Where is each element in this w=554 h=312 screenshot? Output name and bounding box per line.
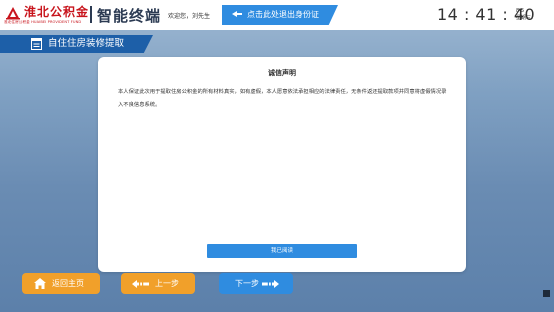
date-display: 8-5 星期三: [516, 8, 546, 22]
arrow-right-icon: [262, 280, 279, 288]
system-title: 智能终端: [97, 7, 162, 25]
have-read-button[interactable]: 我已阅读: [207, 244, 357, 258]
page-title-tab: 自住住房装修提取: [0, 35, 153, 53]
home-label: 返回主页: [52, 279, 84, 288]
home-icon: [34, 278, 46, 289]
logo-subtitle: 淮北住房公积金 HUAIBEI PROVIDENT FUND: [4, 20, 82, 24]
welcome-text: 欢迎您，刘先生: [168, 13, 211, 20]
provident-fund-logo-icon: [6, 7, 20, 20]
corner-indicator: [543, 290, 550, 297]
exit-id-card-button[interactable]: 点击此处退出身份证: [222, 5, 338, 25]
home-button[interactable]: 返回主页: [22, 273, 100, 294]
date-text: 8-5: [516, 8, 525, 14]
logo-text: 淮北公积金: [24, 5, 90, 19]
previous-step-button[interactable]: 上一步: [121, 273, 195, 294]
next-step-button[interactable]: 下一步: [219, 273, 293, 294]
dialog-body-text: 本人保证此次用于提取住房公积金的所有材料真实，如有虚假，本人愿意依法承担相应的法…: [118, 89, 447, 108]
next-step-label: 下一步: [235, 279, 259, 288]
weekday-text: 星期三: [516, 15, 532, 21]
dialog-title: 诚信声明: [268, 69, 296, 77]
arrow-left-icon: [132, 280, 149, 288]
page-title: 自住住房装修提取: [48, 38, 125, 49]
hand-pointer-icon: [232, 11, 242, 17]
previous-step-label: 上一步: [155, 279, 179, 288]
top-bar: 淮北公积金 淮北住房公积金 HUAIBEI PROVIDENT FUND 智能终…: [0, 0, 554, 30]
integrity-statement-dialog: 诚信声明 本人保证此次用于提取住房公积金的所有材料真实，如有虚假，本人愿意依法承…: [98, 57, 466, 272]
exit-id-card-label: 点击此处退出身份证: [247, 10, 319, 19]
logo-divider: [90, 6, 92, 23]
document-icon: [31, 38, 42, 50]
